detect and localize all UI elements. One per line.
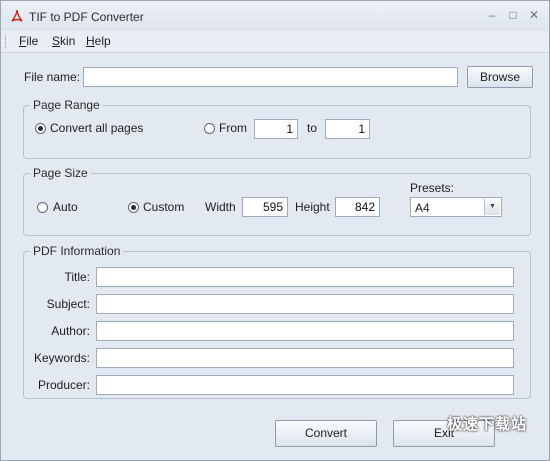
auto-label[interactable]: Auto [53,200,78,214]
file-name-input[interactable] [83,67,458,87]
watermark-text: 极速下载站 [446,416,527,433]
title-bar[interactable]: TIF to PDF Converter – □ ✕ [1,1,549,31]
to-page-input[interactable] [325,119,370,139]
pdf-app-icon [11,9,23,22]
pdf-info-group: PDF Information Title: Subject: Author: … [23,244,531,399]
custom-radio[interactable] [128,202,139,213]
author-label: Author: [51,324,90,338]
producer-input[interactable] [96,375,514,395]
keywords-label: Keywords: [33,351,90,365]
title-input[interactable] [96,267,514,287]
menu-help[interactable]: Help [83,34,114,48]
menu-skin[interactable]: Skin [49,34,78,48]
file-name-label: File name: [24,70,81,84]
width-label: Width [205,200,236,214]
chevron-down-icon[interactable]: ▼ [484,199,500,215]
page-range-group: Page Range Convert all pages From to [23,98,531,159]
browse-button-label: Browse [479,70,520,84]
producer-label: Producer: [37,378,90,392]
menu-bar: File Skin Help [1,31,549,53]
pdf-info-legend: PDF Information [30,244,124,258]
app-window: TIF to PDF Converter – □ ✕ File Skin Hel… [0,0,550,461]
close-button[interactable]: ✕ [525,7,543,23]
to-label: to [307,121,318,135]
height-label: Height [295,200,330,214]
title-label: Title: [64,270,90,284]
subject-label: Subject: [46,297,90,311]
convert-button-label: Convert [304,426,348,440]
presets-value: A4 [415,201,430,215]
presets-label: Presets: [410,181,455,195]
from-label[interactable]: From [219,121,247,135]
main-content: File name: Browse Page Range Convert all… [1,53,549,460]
width-input[interactable] [242,197,288,217]
author-input[interactable] [96,321,514,341]
from-page-input[interactable] [254,119,298,139]
window-title: TIF to PDF Converter [29,10,144,24]
custom-label[interactable]: Custom [143,200,184,214]
page-size-group: Page Size Auto Custom Width Height Prese… [23,166,531,236]
presets-select[interactable]: A4 ▼ [410,197,502,217]
keywords-input[interactable] [96,348,514,368]
menu-file[interactable]: File [16,34,41,48]
page-size-legend: Page Size [30,166,91,180]
page-range-legend: Page Range [30,98,103,112]
convert-all-label[interactable]: Convert all pages [50,121,143,135]
auto-radio[interactable] [37,202,48,213]
convert-all-radio[interactable] [35,123,46,134]
convert-button[interactable]: Convert [275,420,377,447]
height-input[interactable] [335,197,380,217]
minimize-button[interactable]: – [483,7,501,23]
subject-input[interactable] [96,294,514,314]
from-radio[interactable] [204,123,215,134]
menu-grip-icon [5,35,8,48]
maximize-button[interactable]: □ [504,7,522,23]
browse-button[interactable]: Browse [467,66,533,88]
